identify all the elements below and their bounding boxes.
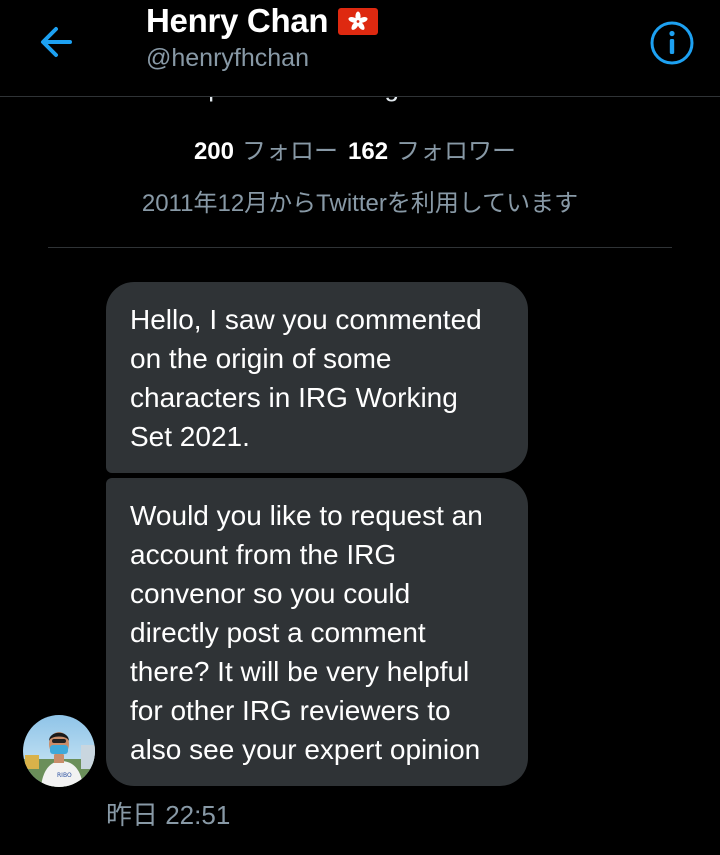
contact-handle: @henryfhchan	[146, 44, 309, 72]
message-bubble[interactable]: Hello, I saw you commented on the origin…	[106, 282, 528, 473]
message-timestamp: 昨日 22:51	[106, 800, 231, 830]
arrow-left-icon	[41, 27, 72, 57]
message-bubble[interactable]: Would you like to request an account fro…	[106, 478, 528, 786]
follow-stats: 200 フォロー 162 フォロワー	[0, 131, 720, 166]
followers-label[interactable]: フォロワー	[396, 138, 516, 165]
back-button[interactable]	[30, 20, 82, 64]
info-circle-icon	[650, 21, 694, 65]
joined-date: 2011年12月からTwitterを利用しています	[141, 190, 579, 217]
avatar[interactable]: RIBO	[23, 715, 95, 787]
following-count[interactable]: 200	[194, 138, 234, 165]
divider	[48, 247, 672, 248]
svg-text:RIBO: RIBO	[57, 772, 72, 779]
conversation-title[interactable]: Henry Chan	[146, 2, 379, 40]
info-button[interactable]	[649, 20, 695, 66]
following-label[interactable]: フォロー	[242, 138, 338, 165]
contact-name: Henry Chan	[146, 2, 329, 39]
followers-count[interactable]: 162	[348, 138, 388, 165]
conversation-header: Henry Chan @henryfhchan	[0, 0, 720, 97]
hong-kong-flag-icon	[338, 7, 379, 35]
